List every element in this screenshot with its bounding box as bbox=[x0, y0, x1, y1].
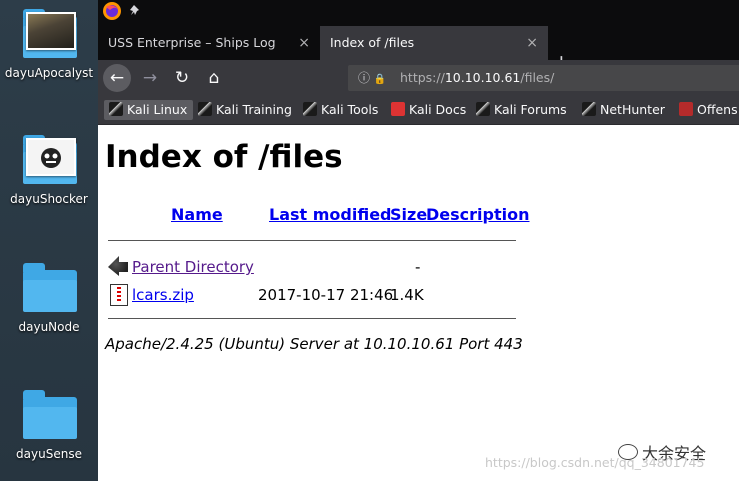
image-folder-icon bbox=[21, 8, 77, 60]
back-folder-icon bbox=[108, 256, 128, 276]
column-size[interactable]: Size bbox=[390, 205, 427, 224]
bookmark-label: Kali Docs bbox=[409, 102, 467, 117]
site-info-icon[interactable]: ⓘ 🔒 bbox=[358, 65, 386, 93]
bookmark-kali-tools[interactable]: Kali Tools bbox=[303, 100, 378, 120]
tab-label: Index of /files bbox=[330, 35, 415, 50]
desktop-item-dayusense[interactable]: dayuSense bbox=[0, 389, 98, 461]
row-last-modified: 2017-10-17 21:46 bbox=[258, 286, 394, 304]
column-description[interactable]: Description bbox=[426, 205, 529, 224]
bookmark-nethunter[interactable]: NetHunter bbox=[582, 100, 665, 120]
bookmark-kali-training[interactable]: Kali Training bbox=[198, 100, 292, 120]
kali-icon bbox=[303, 102, 317, 116]
kali-icon bbox=[476, 102, 490, 116]
desktop-item-label: dayuSense bbox=[16, 447, 82, 461]
info-icon: ⓘ bbox=[358, 71, 371, 85]
offensive-security-icon bbox=[679, 102, 693, 116]
url-bar[interactable]: ⓘ 🔒 https://10.10.10.61/files/ bbox=[348, 65, 739, 91]
page-title: Index of /files bbox=[105, 139, 343, 175]
csdn-watermark: https://blog.csdn.net/qq_34801745 bbox=[485, 455, 705, 470]
bookmark-kali-linux[interactable]: Kali Linux bbox=[104, 100, 194, 120]
firefox-icon bbox=[103, 2, 121, 20]
divider bbox=[108, 240, 516, 241]
home-button[interactable]: ⌂ bbox=[200, 64, 228, 92]
desktop-item-dayushocker[interactable]: dayuShocker bbox=[0, 134, 98, 206]
back-button[interactable]: ← bbox=[103, 64, 131, 92]
column-last-modified[interactable]: Last modified bbox=[269, 205, 392, 224]
kali-icon bbox=[198, 102, 212, 116]
bookmark-label: Kali Training bbox=[216, 102, 292, 117]
pin-icon[interactable] bbox=[130, 4, 142, 16]
url-prefix: https:// bbox=[400, 70, 445, 85]
bookmarks-toolbar: Kali Linux Kali Training Kali Tools Kali… bbox=[98, 96, 739, 125]
zip-file-icon bbox=[110, 284, 128, 306]
kali-icon bbox=[109, 102, 123, 116]
url-host: 10.10.10.61 bbox=[444, 70, 521, 85]
bookmark-label: Kali Tools bbox=[321, 102, 379, 117]
tab-index-of-files[interactable]: Index of /files × bbox=[320, 26, 548, 60]
nethunter-icon bbox=[582, 102, 596, 116]
navigation-toolbar: ← → ↻ ⌂ ⓘ 🔒 https://10.10.10.61/files/ bbox=[98, 60, 739, 96]
folder-icon bbox=[21, 389, 77, 441]
column-name[interactable]: Name bbox=[171, 205, 223, 224]
server-signature: Apache/2.4.25 (Ubuntu) Server at 10.10.1… bbox=[105, 335, 523, 353]
desktop-item-dayuapocalyst[interactable]: dayuApocalyst bbox=[0, 8, 98, 80]
image-folder-icon bbox=[21, 134, 77, 186]
desktop-item-dayunode[interactable]: dayuNode bbox=[0, 262, 98, 334]
lock-icon: 🔒 bbox=[373, 74, 387, 85]
desktop-item-label: dayuNode bbox=[18, 320, 80, 334]
parent-directory-link[interactable]: Parent Directory bbox=[132, 258, 254, 276]
divider bbox=[108, 318, 516, 319]
tab-label: USS Enterprise – Ships Log bbox=[108, 35, 276, 50]
title-bar bbox=[98, 0, 739, 22]
desktop: dayuApocalyst dayuShocker dayuNode dayuS… bbox=[0, 0, 98, 481]
row-size: 1.4K bbox=[390, 286, 424, 304]
browser-window: USS Enterprise – Ships Log × Index of /f… bbox=[98, 0, 739, 481]
folder-icon bbox=[21, 262, 77, 314]
forward-button[interactable]: → bbox=[136, 64, 164, 92]
close-icon[interactable]: × bbox=[526, 26, 538, 60]
bookmark-offensive[interactable]: Offens bbox=[679, 100, 738, 120]
bookmark-label: Offens bbox=[697, 102, 738, 117]
url-path: /files/ bbox=[520, 70, 555, 85]
docs-icon bbox=[391, 102, 405, 116]
desktop-item-label: dayuShocker bbox=[10, 192, 88, 206]
page-content: Index of /files Name Last modified Size … bbox=[98, 125, 739, 481]
row-size: - bbox=[415, 258, 421, 276]
bookmark-label: NetHunter bbox=[600, 102, 665, 117]
desktop-item-label: dayuApocalyst bbox=[4, 66, 94, 80]
reload-button[interactable]: ↻ bbox=[168, 64, 196, 92]
tab-ships-log[interactable]: USS Enterprise – Ships Log × bbox=[98, 26, 320, 60]
url-text: https://10.10.10.61/files/ bbox=[400, 65, 554, 91]
tab-strip: USS Enterprise – Ships Log × Index of /f… bbox=[98, 22, 739, 74]
bookmark-kali-forums[interactable]: Kali Forums bbox=[476, 100, 567, 120]
bookmark-kali-docs[interactable]: Kali Docs bbox=[391, 100, 466, 120]
close-icon[interactable]: × bbox=[298, 26, 310, 60]
bookmark-label: Kali Forums bbox=[494, 102, 567, 117]
file-link-lcars-zip[interactable]: lcars.zip bbox=[132, 286, 194, 304]
bookmark-label: Kali Linux bbox=[127, 102, 188, 117]
